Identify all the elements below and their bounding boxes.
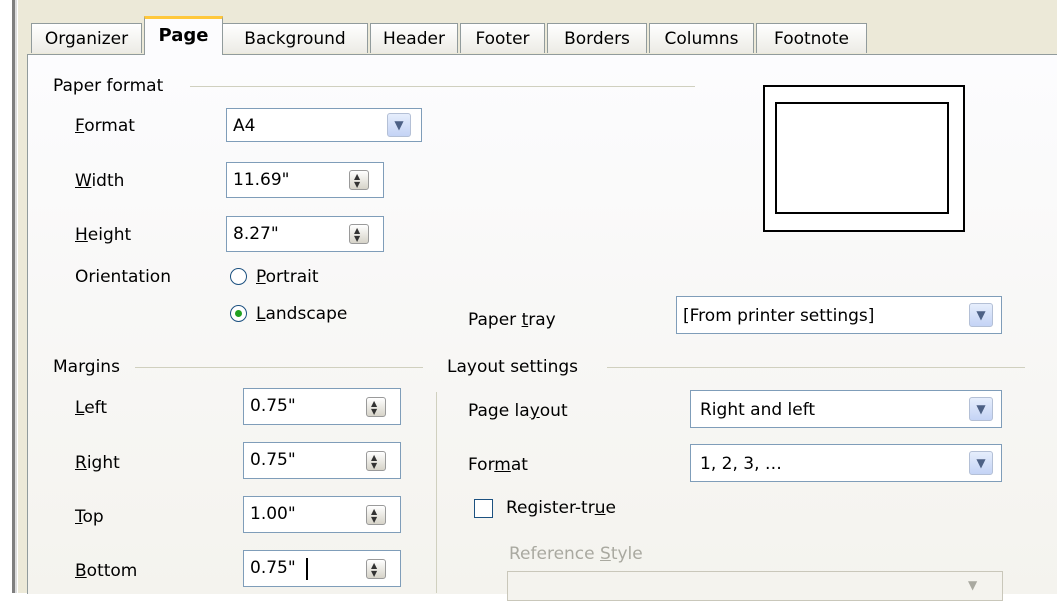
paper-tray-value: [From printer settings] [683, 306, 875, 326]
height-label: Height [75, 225, 132, 245]
tab-background[interactable]: Background [222, 23, 368, 53]
layout-format-label: Format [468, 455, 528, 475]
layout-settings-divider [607, 367, 1025, 368]
window-edge [12, 0, 17, 593]
height-value: 8.27" [233, 224, 279, 244]
portrait-radio[interactable] [230, 268, 247, 285]
spin-button-icon[interactable]: ▲ ▼ [349, 170, 369, 190]
reference-style-select[interactable]: ▼ [507, 571, 1003, 601]
chevron-down-icon[interactable]: ▼ [387, 113, 411, 137]
right-margin-field[interactable]: 0.75" ▲ ▼ [243, 442, 401, 479]
landscape-radio[interactable] [230, 305, 247, 322]
paper-tray-label: Paper tray [468, 310, 556, 330]
paper-format-divider [190, 86, 695, 87]
top-margin-field[interactable]: 1.00" ▲ ▼ [243, 496, 401, 533]
tab-organizer[interactable]: Organizer [31, 23, 142, 53]
reference-style-label: Reference Style [509, 544, 643, 564]
chevron-down-icon[interactable]: ▼ [969, 397, 993, 421]
format-label: Format [75, 116, 135, 136]
orientation-label: Orientation [75, 267, 171, 287]
bottom-margin-value: 0.75" [250, 558, 296, 578]
register-true-label[interactable]: Register-true [506, 498, 616, 518]
layout-settings-title: Layout settings [447, 357, 578, 377]
numbering-format-value: 1, 2, 3, … [700, 454, 782, 474]
group-separator [436, 392, 437, 593]
tab-borders[interactable]: Borders [547, 23, 647, 53]
left-margin-label: Left [75, 398, 107, 418]
register-true-checkbox[interactable] [474, 499, 493, 518]
top-margin-label: Top [75, 507, 104, 527]
margins-divider [135, 367, 423, 368]
margins-title: Margins [53, 357, 120, 377]
tab-footnote[interactable]: Footnote [756, 23, 867, 53]
tab-columns[interactable]: Columns [649, 23, 754, 53]
format-select[interactable]: A4 ▼ [226, 108, 422, 142]
tab-header[interactable]: Header [370, 23, 458, 53]
right-margin-value: 0.75" [250, 450, 296, 470]
chevron-down-icon: ▼ [968, 578, 978, 592]
tab-page[interactable]: Page [144, 16, 223, 55]
top-margin-value: 1.00" [250, 504, 296, 524]
portrait-label[interactable]: Portrait [256, 267, 319, 287]
page-preview [763, 85, 965, 232]
height-field[interactable]: 8.27" ▲ ▼ [226, 216, 384, 252]
text-caret [306, 558, 308, 580]
width-field[interactable]: 11.69" ▲ ▼ [226, 162, 384, 198]
paper-format-title: Paper format [53, 76, 164, 96]
spin-button-icon[interactable]: ▲ ▼ [366, 505, 386, 525]
chevron-down-icon[interactable]: ▼ [969, 303, 993, 327]
page-preview-margins [775, 102, 949, 214]
spin-button-icon[interactable]: ▲ ▼ [366, 451, 386, 471]
left-margin-value: 0.75" [250, 396, 296, 416]
page-layout-label: Page layout [468, 401, 568, 421]
width-value: 11.69" [233, 170, 290, 190]
landscape-label[interactable]: Landscape [256, 304, 347, 324]
paper-tray-select[interactable]: [From printer settings] ▼ [676, 296, 1002, 334]
bottom-margin-label: Bottom [75, 561, 138, 581]
spin-button-icon[interactable]: ▲ ▼ [349, 224, 369, 244]
width-label: Width [75, 171, 125, 191]
bottom-margin-field[interactable]: 0.75" ▲ ▼ [243, 550, 401, 587]
page-layout-value: Right and left [700, 400, 816, 420]
tab-footer[interactable]: Footer [460, 23, 545, 53]
right-margin-label: Right [75, 453, 120, 473]
spin-button-icon[interactable]: ▲ ▼ [366, 559, 386, 579]
spin-button-icon[interactable]: ▲ ▼ [366, 397, 386, 417]
numbering-format-select[interactable]: 1, 2, 3, … ▼ [690, 444, 1002, 482]
format-value: A4 [233, 116, 256, 136]
chevron-down-icon[interactable]: ▼ [969, 451, 993, 475]
page-layout-select[interactable]: Right and left ▼ [690, 390, 1002, 428]
left-margin-field[interactable]: 0.75" ▲ ▼ [243, 388, 401, 425]
